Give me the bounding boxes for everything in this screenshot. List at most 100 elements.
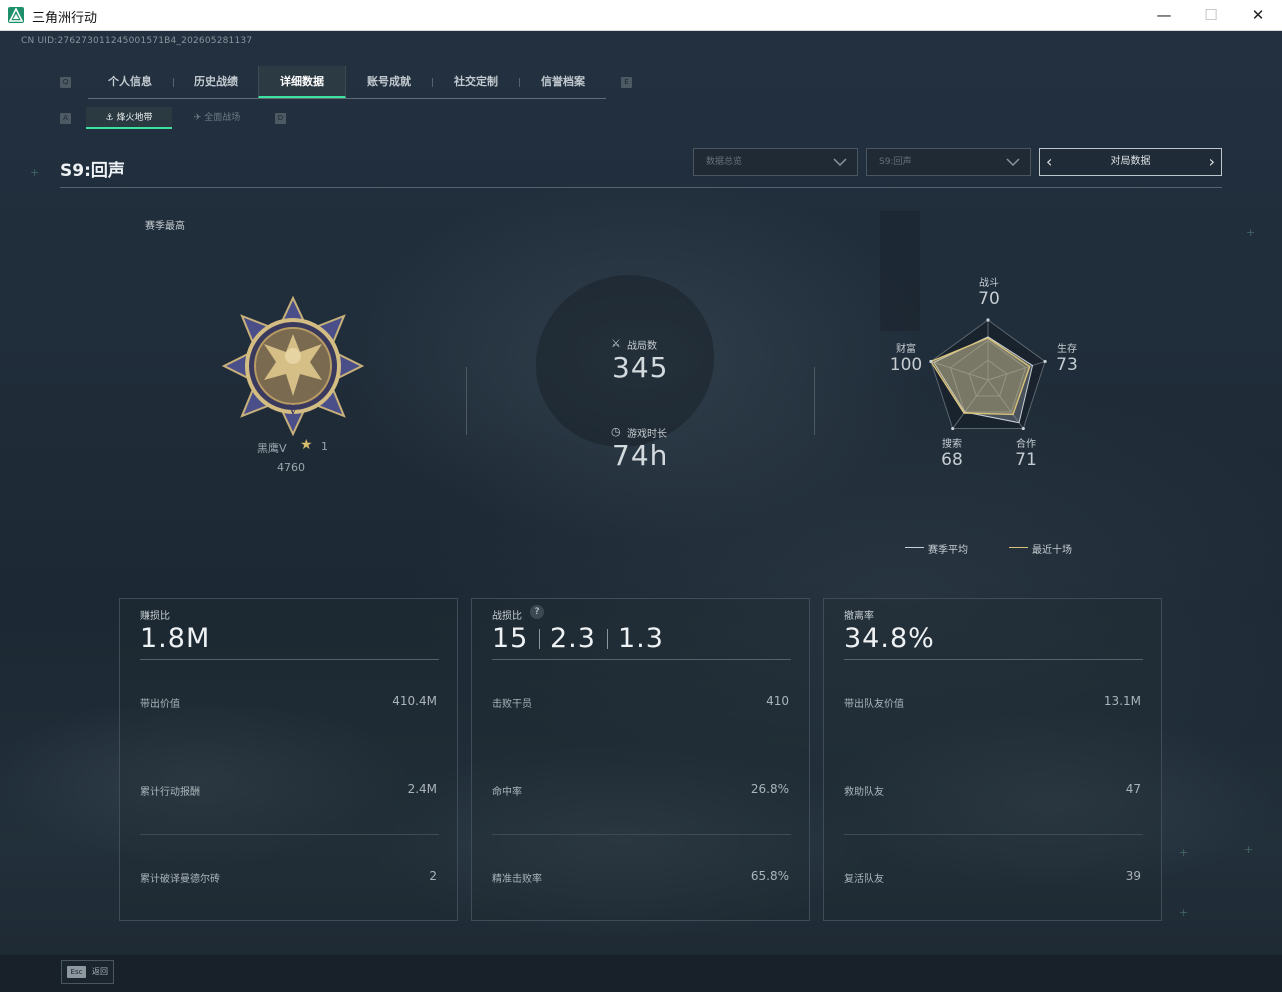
card-divider [844,659,1143,660]
header-divider [60,187,1222,188]
season-dropdown[interactable]: S9:回声 [866,148,1031,176]
radar-value-survival: 73 [1056,355,1078,375]
kd-separator [607,629,608,649]
row-label: 复活队友 [844,874,884,885]
card-value: 1.8M [140,623,211,654]
legend-season-avg: 赛季平均 [928,545,968,556]
rank-name: 黑鹰V [257,442,287,455]
card-label: 赚损比 [140,611,170,622]
tab-detailed-data[interactable]: 详细数据 [258,66,346,98]
rank-medal-icon: V [222,296,364,436]
help-icon[interactable]: ? [530,605,544,619]
row-value: 410.4M [392,694,437,708]
subtab-key-d: D [275,113,286,124]
season-dropdown-value: S9:回声 [879,157,912,167]
esc-key-hint: Esc [67,966,86,978]
row-label: 精准击败率 [492,874,542,885]
row-value: 26.8% [750,782,789,796]
matches-label: 战局数 [627,341,657,352]
row-label: 命中率 [492,787,522,798]
tab-history[interactable]: 历史战绩 [174,66,258,98]
radar-label-wealth: 财富 [896,344,916,355]
tab-social[interactable]: 社交定制 [433,66,519,98]
crossed-swords-icon: ⚔ [611,337,621,350]
card-divider [492,659,791,660]
back-label: 返回 [92,967,108,976]
main-tabbar: 个人信息 历史战绩 详细数据 账号成就 社交定制 信誉档案 [88,66,606,99]
kd-separator [539,629,540,649]
kd-value-3: 1.3 [618,623,664,654]
hazard-zone-icon: ⚓ [105,113,117,123]
profit-card: 赚损比 1.8M 带出价值 410.4M 累计行动报酬 2.4M 累计破译曼德尔… [119,598,458,921]
subtab-key-a: A [60,113,71,124]
card-label: 撤离率 [844,611,874,622]
matches-value: 345 [612,351,669,384]
season-title: S9:回声 [60,161,125,181]
playtime-value: 74h [612,439,669,472]
ability-radar-chart [929,318,1047,431]
extraction-card: 撤离率 34.8% 带出队友价值 13.1M 救助队友 47 复活队友 39 [823,598,1162,921]
clock-icon: ◷ [611,425,621,438]
match-data-label[interactable]: 对局数据 [1040,149,1221,175]
close-button[interactable]: ✕ [1235,0,1281,30]
tab-key-q: Q [60,77,71,88]
row-label: 击败干员 [492,699,532,710]
radar-value-wealth: 100 [889,355,923,375]
subtab-hazard-zone[interactable]: ⚓ 烽火地带 [86,107,172,129]
app-logo-icon [8,7,24,23]
tab-personal-info[interactable]: 个人信息 [88,66,172,98]
row-value: 2 [429,869,437,883]
warfare-icon: ✈ [193,113,205,123]
subtab-hazard-zone-label: 烽火地带 [116,113,153,123]
legend-season-avg-swatch [905,547,924,548]
radar-value-search: 68 [941,450,963,470]
kd-value-2: 2.3 [550,623,596,654]
minimize-button[interactable]: — [1141,0,1187,30]
chevron-down-icon [833,158,847,167]
row-label: 带出队友价值 [844,699,904,710]
maximize-button[interactable]: ☐ [1188,0,1234,30]
legend-recent-ten: 最近十场 [1032,545,1072,556]
tab-reputation[interactable]: 信誉档案 [520,66,606,98]
card-divider [140,834,439,835]
svg-text:V: V [287,403,298,418]
deco-plus-icon: + [1179,846,1189,859]
rank-star-count: 1 [321,440,328,453]
rank-score: 4760 [277,461,305,474]
overview-divider [814,367,815,435]
playtime-label: 游戏时长 [627,429,667,440]
background-tower [880,211,920,331]
radar-axis-dot [929,359,933,364]
card-divider [844,834,1143,835]
radar-label-search: 搜索 [942,439,962,450]
card-label: 战损比 [492,611,522,622]
radar-label-coop: 合作 [1016,439,1036,450]
deco-plus-icon: + [1244,843,1254,856]
radar-value-combat: 70 [978,289,1000,309]
radar-axis-dot [1021,426,1025,431]
deco-plus-icon: + [1179,906,1189,919]
row-value: 2.4M [407,782,437,796]
kd-card: 战损比 ? 15 2.3 1.3 击败干员 410 命中率 26.8% 精准击败… [471,598,810,921]
radar-label-combat: 战斗 [979,278,999,289]
subtab-warfare[interactable]: ✈ 全面战场 [174,107,260,129]
deco-plus-icon: + [30,166,40,179]
row-value: 65.8% [750,869,789,883]
tab-achievements[interactable]: 账号成就 [346,66,432,98]
row-value: 410 [766,694,789,708]
cn-uid: CN UID:276273011245001571B4_202605281137 [21,36,253,46]
radar-axis-dot [986,318,990,322]
chevron-down-icon [1006,158,1020,167]
row-label: 累计破译曼德尔砖 [140,874,220,885]
back-button[interactable]: Esc 返回 [61,960,114,984]
game-viewport: CN UID:276273011245001571B4_202605281137… [0,31,1282,992]
row-label: 救助队友 [844,787,884,798]
card-value: 34.8% [844,623,935,654]
window-titlebar: 三角洲行动 — ☐ ✕ [0,0,1282,31]
chevron-right-icon[interactable]: › [1209,149,1215,175]
season-best-label: 赛季最高 [145,221,185,232]
radar-value-coop: 71 [1015,450,1037,470]
subtab-warfare-label: 全面战场 [204,113,241,123]
deco-plus-icon: + [1246,226,1256,239]
data-type-dropdown[interactable]: 数据总览 [693,148,858,176]
